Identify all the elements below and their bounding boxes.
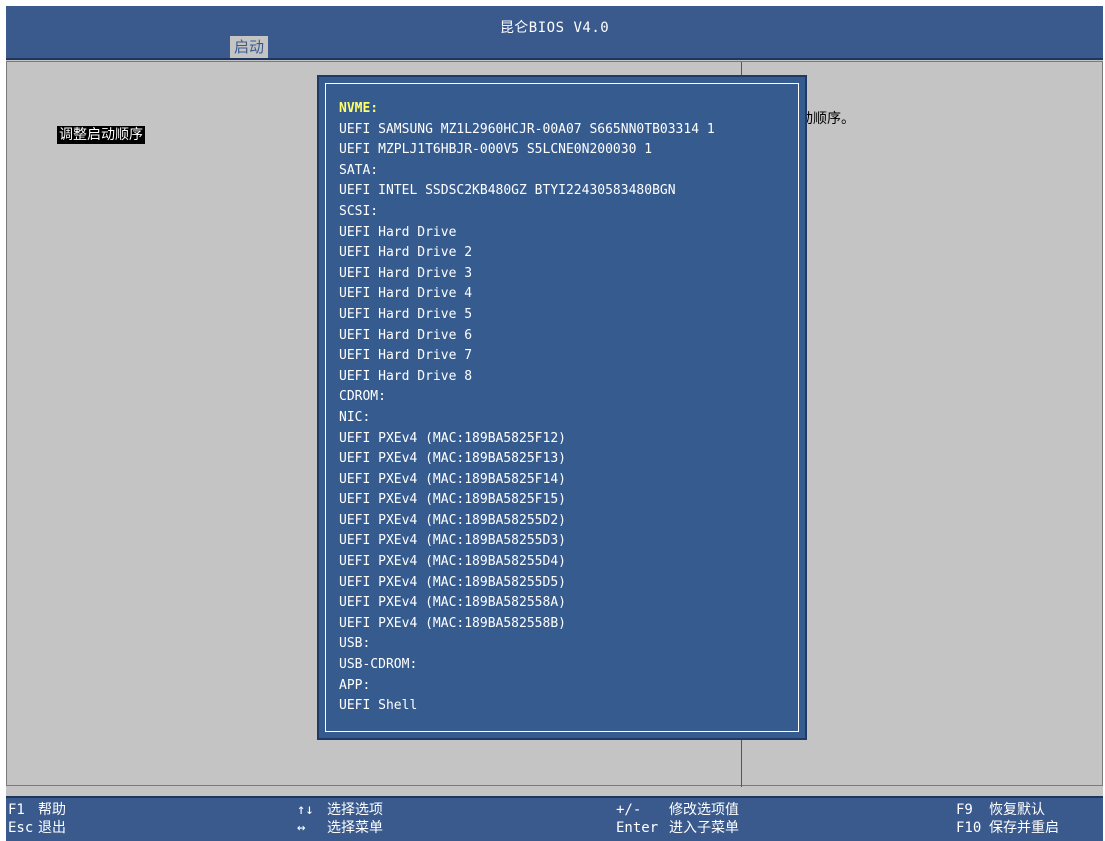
- label-help: 帮助: [38, 802, 66, 818]
- boot-device-item[interactable]: UEFI Shell: [339, 696, 715, 717]
- help-text: 动顺序。: [799, 111, 855, 127]
- boot-device-item[interactable]: UEFI Hard Drive 8: [339, 367, 715, 388]
- boot-device-item[interactable]: UEFI PXEv4 (MAC:189BA582558A): [339, 593, 715, 614]
- boot-order-dialog-frame: NVME: UEFI SAMSUNG MZ1L2960HCJR-00A07 S66…: [325, 83, 799, 732]
- footer-change-value: +/- 修改选项值: [616, 802, 739, 819]
- label-save-restart: 保存并重启: [989, 820, 1059, 836]
- boot-device-item[interactable]: UEFI PXEv4 (MAC:189BA5825F12): [339, 429, 715, 450]
- label-enter-submenu: 进入子菜单: [669, 820, 739, 836]
- footer-help: F1 帮助: [8, 802, 66, 819]
- footer-select-menu: ↔ 选择菜单: [297, 820, 383, 837]
- boot-device-item[interactable]: UEFI PXEv4 (MAC:189BA58255D5): [339, 573, 715, 594]
- boot-category-header[interactable]: SCSI:: [339, 202, 715, 223]
- footer-restore-defaults: F9 恢复默认: [956, 802, 1045, 819]
- key-f10: F10: [956, 820, 982, 836]
- boot-device-item[interactable]: UEFI Hard Drive: [339, 223, 715, 244]
- up-down-arrows-icon: ↑↓: [297, 802, 314, 818]
- left-right-arrows-icon: ↔: [297, 820, 306, 836]
- label-restore-defaults: 恢复默认: [989, 802, 1045, 818]
- boot-order-dialog: NVME: UEFI SAMSUNG MZ1L2960HCJR-00A07 S66…: [317, 75, 807, 740]
- boot-order-list: NVME: UEFI SAMSUNG MZ1L2960HCJR-00A07 S66…: [339, 99, 715, 717]
- boot-category-header[interactable]: NVME:: [339, 99, 715, 120]
- key-enter: Enter: [616, 820, 659, 836]
- header-bar: 昆仑BIOS V4.0 启动: [6, 6, 1103, 60]
- key-f1: F1: [8, 802, 25, 818]
- key-plus-minus: +/-: [616, 802, 642, 818]
- boot-device-item[interactable]: UEFI PXEv4 (MAC:189BA5825F15): [339, 490, 715, 511]
- boot-device-item[interactable]: UEFI PXEv4 (MAC:189BA5825F14): [339, 470, 715, 491]
- boot-category-header[interactable]: USB-CDROM:: [339, 655, 715, 676]
- boot-device-item[interactable]: UEFI PXEv4 (MAC:189BA58255D3): [339, 531, 715, 552]
- tab-boot[interactable]: 启动: [230, 36, 269, 58]
- app-title: 昆仑BIOS V4.0: [499, 20, 610, 36]
- boot-device-item[interactable]: UEFI PXEv4 (MAC:189BA58255D4): [339, 552, 715, 573]
- boot-device-item[interactable]: UEFI Hard Drive 4: [339, 284, 715, 305]
- bios-screen: 昆仑BIOS V4.0 启动 调整启动顺序 动顺序。 NVME: UEFI SAM…: [6, 6, 1103, 841]
- boot-device-item[interactable]: UEFI PXEv4 (MAC:189BA58255D2): [339, 511, 715, 532]
- boot-device-item[interactable]: UEFI PXEv4 (MAC:189BA5825F13): [339, 449, 715, 470]
- boot-category-header[interactable]: SATA:: [339, 161, 715, 182]
- boot-device-item[interactable]: UEFI PXEv4 (MAC:189BA582558B): [339, 614, 715, 635]
- footer-bar: F1 帮助 Esc 退出 ↑↓ 选择选项 ↔ 选择菜单 +/- 修改选项值 Enter 进入…: [6, 796, 1103, 841]
- boot-category-header[interactable]: CDROM:: [339, 387, 715, 408]
- label-exit: 退出: [38, 820, 66, 836]
- boot-category-header[interactable]: USB:: [339, 634, 715, 655]
- footer-exit: Esc 退出: [8, 820, 66, 837]
- boot-device-item[interactable]: UEFI INTEL SSDSC2KB480GZ BTYI22430583480…: [339, 181, 715, 202]
- footer-select-item: ↑↓ 选择选项: [297, 802, 383, 819]
- boot-device-item[interactable]: UEFI Hard Drive 3: [339, 264, 715, 285]
- boot-device-item[interactable]: UEFI Hard Drive 2: [339, 243, 715, 264]
- label-select-menu: 选择菜单: [327, 820, 383, 836]
- key-f9: F9: [956, 802, 973, 818]
- boot-device-item[interactable]: UEFI MZPLJ1T6HBJR-000V5 S5LCNE0N200030 1: [339, 140, 715, 161]
- label-select-item: 选择选项: [327, 802, 383, 818]
- footer-save-restart: F10 保存并重启: [956, 820, 1059, 837]
- boot-device-item[interactable]: UEFI SAMSUNG MZ1L2960HCJR-00A07 S665NN0T…: [339, 120, 715, 141]
- footer-enter-submenu: Enter 进入子菜单: [616, 820, 739, 837]
- boot-category-header[interactable]: APP:: [339, 676, 715, 697]
- boot-device-item[interactable]: UEFI Hard Drive 6: [339, 326, 715, 347]
- label-change-value: 修改选项值: [669, 802, 739, 818]
- boot-device-item[interactable]: UEFI Hard Drive 7: [339, 346, 715, 367]
- boot-device-item[interactable]: UEFI Hard Drive 5: [339, 305, 715, 326]
- menu-item-adjust-boot-order[interactable]: 调整启动顺序: [57, 126, 145, 144]
- boot-category-header[interactable]: NIC:: [339, 408, 715, 429]
- key-esc: Esc: [8, 820, 34, 836]
